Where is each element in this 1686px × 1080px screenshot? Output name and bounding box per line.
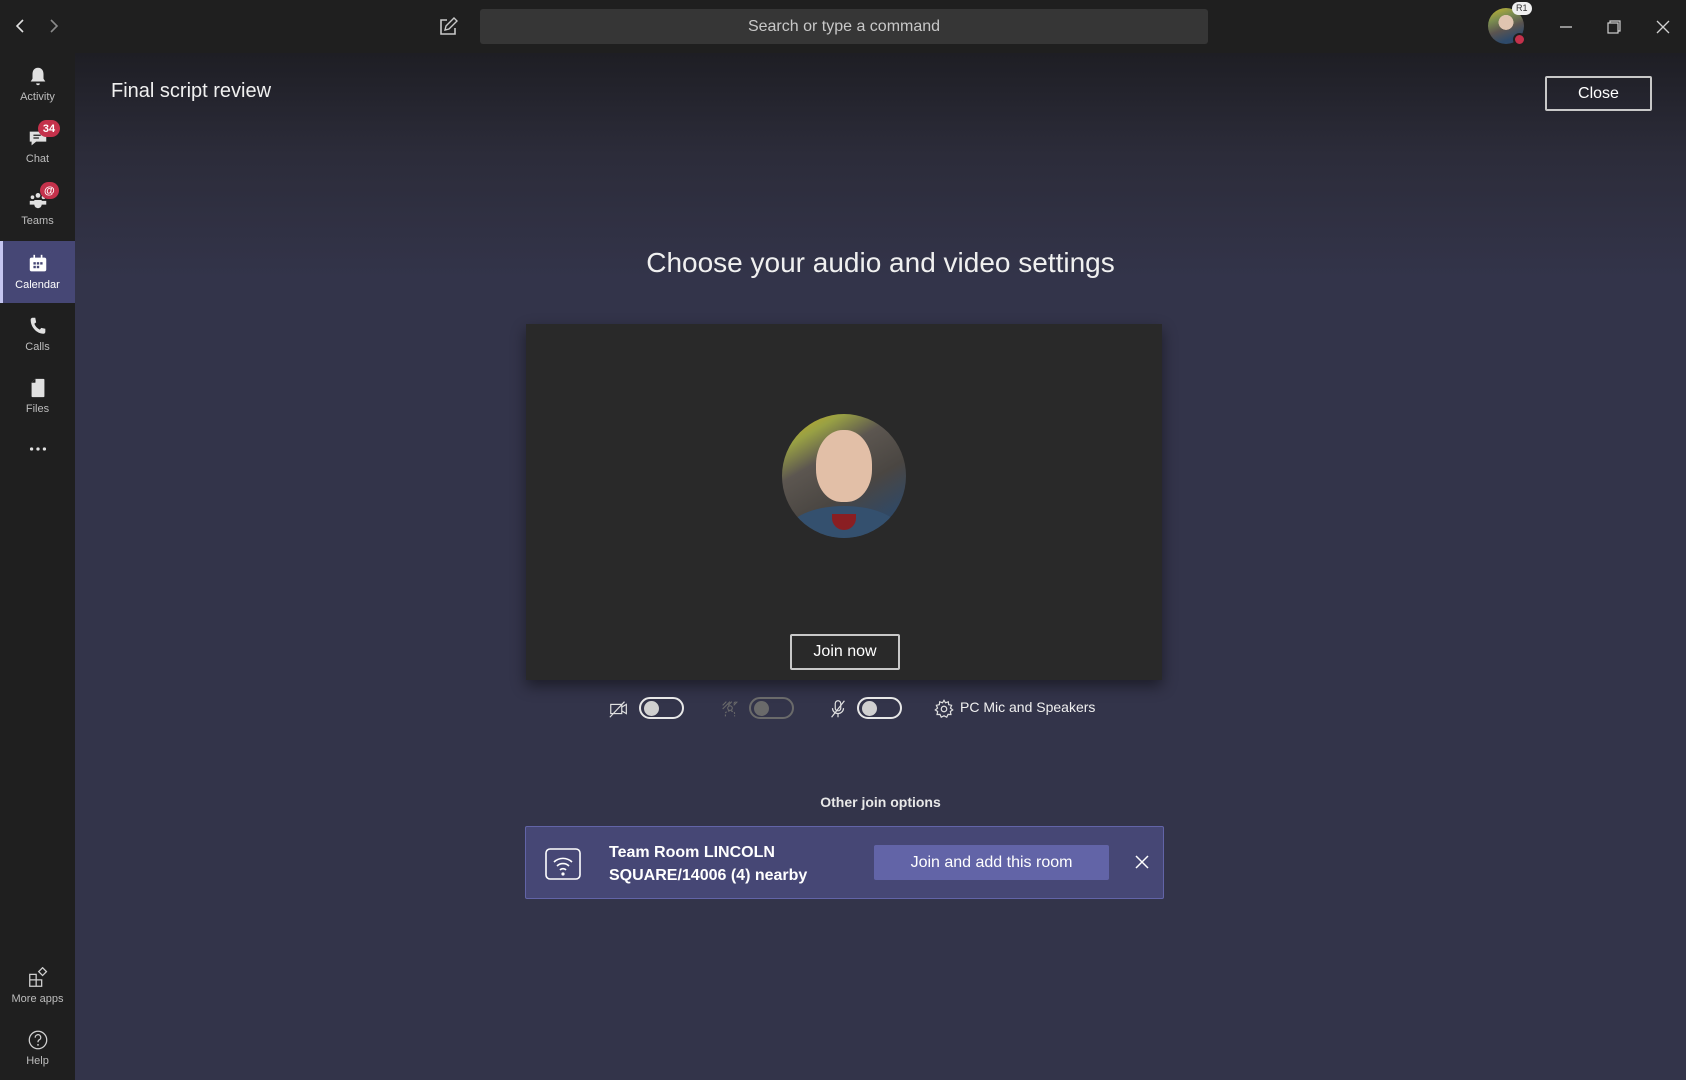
rail-item-chat[interactable]: Chat 34 <box>0 115 75 177</box>
room-name: Team Room LINCOLN SQUARE/14006 (4) nearb… <box>609 841 807 887</box>
camera-off-icon <box>609 701 627 718</box>
prejoin-screen: Final script review Close Choose your au… <box>75 53 1686 1080</box>
gear-icon[interactable] <box>933 698 955 720</box>
rail-label: More apps <box>11 993 64 1005</box>
background-blur-toggle[interactable] <box>749 697 794 719</box>
rail-label: Files <box>25 403 50 415</box>
profile-badge: R1 <box>1512 2 1532 15</box>
minimize-icon <box>1560 26 1572 28</box>
title-bar: Search or type a command R1 <box>0 0 1686 53</box>
rail-item-calendar[interactable]: Calendar <box>0 241 75 303</box>
file-icon <box>31 378 44 398</box>
chevron-left-icon <box>15 19 24 33</box>
mention-badge: @ <box>40 182 59 199</box>
compose-button[interactable] <box>436 15 460 39</box>
search-placeholder: Search or type a command <box>747 17 941 35</box>
calendar-icon <box>29 254 46 272</box>
close-icon <box>1656 20 1670 34</box>
rail-label: Calls <box>25 341 50 353</box>
rail-label: Chat <box>25 153 50 165</box>
mic-toggle[interactable] <box>857 697 902 719</box>
page-heading: Choose your audio and video settings <box>646 247 1115 278</box>
close-button[interactable]: Close <box>1545 76 1652 111</box>
help-icon <box>28 1030 47 1050</box>
rail-item-more-apps[interactable]: More apps <box>0 955 75 1017</box>
user-avatar <box>782 414 906 538</box>
more-icon <box>29 447 46 451</box>
apps-icon <box>28 967 47 987</box>
room-name-line-2: SQUARE/14006 (4) nearby <box>609 867 808 884</box>
rail-item-more[interactable] <box>0 431 75 471</box>
nearby-room-banner: Team Room LINCOLN SQUARE/14006 (4) nearb… <box>525 826 1164 899</box>
dismiss-icon[interactable] <box>1132 852 1152 872</box>
rail-item-activity[interactable]: Activity <box>0 53 75 115</box>
search-input[interactable]: Search or type a command <box>480 9 1208 44</box>
minimize-button[interactable] <box>1549 10 1583 44</box>
rail-item-files[interactable]: Files <box>0 365 75 427</box>
mic-off-icon <box>831 700 845 718</box>
rail-item-teams[interactable]: Teams @ <box>0 177 75 239</box>
background-blur-icon <box>722 701 738 717</box>
status-busy-indicator <box>1513 33 1526 46</box>
rail-item-help[interactable]: Help <box>0 1017 75 1079</box>
room-name-line-1: Team Room LINCOLN <box>609 844 775 861</box>
app-bar: Activity Chat 34 Teams @ Calendar Calls … <box>0 53 75 1080</box>
rail-label: Teams <box>21 215 54 227</box>
rail-label: Calendar <box>15 279 60 291</box>
restore-icon <box>1607 20 1621 34</box>
rail-label: Activity <box>20 91 55 103</box>
bell-icon <box>30 67 45 86</box>
join-and-add-room-button[interactable]: Join and add this room <box>874 845 1109 880</box>
unread-count-badge: 34 <box>38 120 60 137</box>
compose-icon <box>440 17 458 35</box>
join-now-button[interactable]: Join now <box>790 634 900 670</box>
other-join-options-label: Other join options <box>820 794 941 810</box>
audio-device-selector[interactable]: PC Mic and Speakers <box>960 699 1095 715</box>
video-preview: Join now PC Mic and Speakers <box>526 324 1162 719</box>
rail-label: Help <box>26 1055 49 1067</box>
chevron-right-icon <box>50 19 59 33</box>
meeting-title: Final script review <box>111 80 272 102</box>
forward-button[interactable] <box>41 14 65 38</box>
back-button[interactable] <box>9 14 33 38</box>
rail-item-calls[interactable]: Calls <box>0 303 75 365</box>
device-controls: PC Mic and Speakers <box>526 694 1162 724</box>
restore-button[interactable] <box>1597 10 1631 44</box>
camera-toggle[interactable] <box>639 697 684 719</box>
profile-avatar[interactable]: R1 <box>1488 2 1532 46</box>
room-proximity-icon <box>545 848 581 880</box>
close-window-button[interactable] <box>1646 10 1680 44</box>
phone-icon <box>30 317 45 334</box>
